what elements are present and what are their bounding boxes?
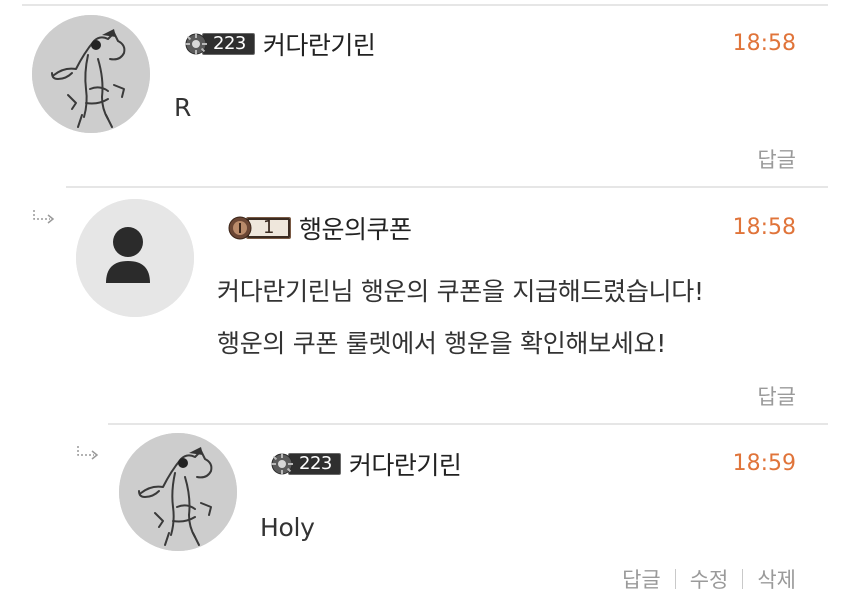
giraffe-sketch-avatar-icon bbox=[32, 15, 150, 133]
comment-divider bbox=[108, 423, 828, 425]
comment-actions: 답글 bbox=[757, 381, 796, 411]
timestamp: 18:58 bbox=[732, 215, 796, 240]
avatar[interactable] bbox=[76, 199, 194, 317]
nickname[interactable]: 커다란기린 bbox=[349, 446, 462, 482]
bronze-rank-icon bbox=[228, 216, 252, 240]
comment-meta: 223 커다란기린 bbox=[184, 26, 376, 62]
comment-text: R bbox=[174, 93, 192, 122]
avatar[interactable] bbox=[32, 15, 150, 133]
comment-meta: 223 커다란기린 bbox=[270, 446, 462, 482]
level-number: 223 bbox=[288, 453, 341, 475]
level-badge: 223 bbox=[270, 453, 341, 475]
level-number: 1 bbox=[246, 217, 291, 239]
default-user-icon bbox=[76, 199, 194, 317]
nickname[interactable]: 커다란기린 bbox=[263, 26, 376, 62]
reply-arrow-icon bbox=[77, 446, 99, 460]
level-badge: 1 bbox=[228, 216, 291, 240]
comment-actions: 답글 bbox=[757, 144, 796, 174]
avatar[interactable] bbox=[119, 433, 237, 551]
reply-button[interactable]: 답글 bbox=[757, 381, 796, 411]
level-badge: 223 bbox=[184, 33, 255, 55]
edit-button[interactable]: 수정 bbox=[690, 564, 729, 594]
timestamp: 18:59 bbox=[732, 451, 796, 476]
timestamp: 18:58 bbox=[732, 31, 796, 56]
nickname[interactable]: 행운의쿠폰 bbox=[299, 210, 412, 246]
gear-icon bbox=[185, 33, 207, 55]
top-divider bbox=[22, 4, 828, 6]
comment-text: Holy bbox=[260, 513, 315, 542]
giraffe-sketch-avatar-icon bbox=[119, 433, 237, 551]
reply-button[interactable]: 답글 bbox=[622, 564, 661, 594]
action-separator bbox=[674, 569, 676, 589]
comment-text-line: 커다란기린님 행운의 쿠폰을 지급해드렸습니다! bbox=[217, 277, 704, 306]
gear-icon bbox=[271, 453, 293, 475]
comment-divider bbox=[66, 186, 828, 188]
action-separator bbox=[742, 569, 744, 589]
comment-actions: 답글 수정 삭제 bbox=[622, 564, 796, 594]
reply-button[interactable]: 답글 bbox=[757, 144, 796, 174]
level-number: 223 bbox=[202, 33, 255, 55]
comment-text-line: 행운의 쿠폰 룰렛에서 행운을 확인해보세요! bbox=[217, 329, 666, 358]
reply-arrow-icon bbox=[33, 210, 55, 224]
delete-button[interactable]: 삭제 bbox=[757, 564, 796, 594]
comment-meta: 1 행운의쿠폰 bbox=[228, 210, 412, 246]
